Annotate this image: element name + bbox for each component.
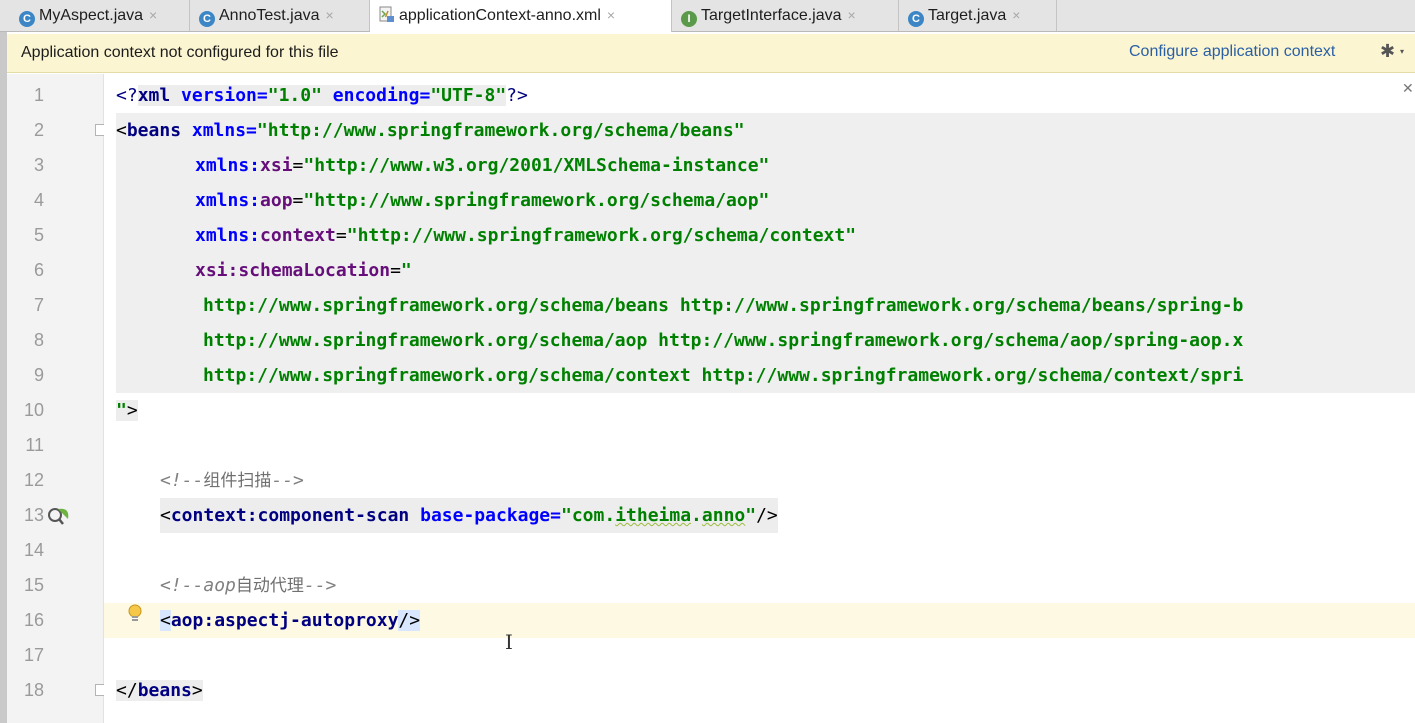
line-number: 10 (23, 400, 44, 420)
line-number: 4 (33, 190, 44, 210)
line-number: 5 (33, 225, 44, 245)
code-line: xmlns:aop="http://www.springframework.or… (195, 190, 770, 211)
line-number: 11 (25, 435, 44, 455)
line-number: 8 (33, 330, 44, 350)
line-number: 12 (23, 470, 44, 490)
close-icon[interactable]: × (848, 7, 856, 23)
code-line: <!--aop自动代理--> (160, 575, 337, 596)
banner-message: Application context not configured for t… (21, 44, 339, 61)
close-icon[interactable]: × (149, 7, 157, 23)
code-line: http://www.springframework.org/schema/co… (203, 365, 1244, 386)
code-line: <!--组件扫描--> (160, 470, 304, 491)
code-line: <?xml version="1.0" encoding="UTF-8"?> (116, 85, 528, 106)
code-line: <context:component-scan base-package="co… (104, 498, 1415, 533)
tab-targetinterface[interactable]: I TargetInterface.java × (672, 0, 899, 31)
tab-label: Target.java (928, 7, 1007, 24)
notification-banner: Application context not configured for t… (7, 34, 1415, 73)
line-number: 3 (33, 155, 44, 175)
configure-context-link[interactable]: Configure application context (1129, 43, 1335, 61)
tab-label: TargetInterface.java (701, 7, 842, 24)
line-number: 14 (23, 540, 44, 560)
code-editor[interactable]: <?xml version="1.0" encoding="UTF-8"?> <… (104, 74, 1415, 723)
tab-annotest[interactable]: C AnnoTest.java × (190, 0, 370, 31)
close-icon[interactable]: × (607, 7, 615, 23)
tab-applicationcontext-anno[interactable]: applicationContext-anno.xml × (370, 0, 672, 32)
code-line: xmlns:xsi="http://www.w3.org/2001/XMLSch… (195, 155, 770, 176)
line-number: 17 (23, 645, 44, 665)
interface-icon: I (681, 11, 697, 27)
chevron-down-icon[interactable]: ▾ (1400, 47, 1404, 56)
close-icon[interactable]: × (326, 7, 334, 23)
xml-file-icon (379, 6, 394, 22)
line-number-gutter: 1 2 3 4 5 6 7 8 9 10 11 12 13 14 15 16 1… (7, 74, 107, 723)
left-tool-strip (0, 32, 7, 723)
line-number: 16 (23, 610, 44, 630)
tab-label: AnnoTest.java (219, 7, 320, 24)
class-run-icon: C (199, 11, 215, 27)
tab-label: applicationContext-anno.xml (399, 7, 601, 24)
line-number: 1 (33, 85, 44, 105)
line-number: 2 (33, 120, 44, 140)
line-number: 15 (23, 575, 44, 595)
editor-tab-bar: C MyAspect.java × C AnnoTest.java × applicat… (0, 0, 1415, 32)
line-number: 6 (33, 260, 44, 280)
current-code-line: <aop:aspectj-autoproxy/> (104, 603, 1415, 638)
line-number: 13 (23, 505, 44, 525)
code-line: </beans> (116, 680, 203, 701)
text-cursor: I (505, 630, 513, 654)
code-line: <beans xmlns="http://www.springframework… (116, 120, 745, 141)
line-number: 18 (23, 680, 44, 700)
code-line: xsi:schemaLocation=" (195, 260, 412, 281)
close-icon[interactable]: × (1012, 7, 1020, 23)
tab-label: MyAspect.java (39, 7, 144, 24)
class-icon: C (908, 11, 924, 27)
tab-myaspect[interactable]: C MyAspect.java × (10, 0, 190, 31)
line-number: 9 (33, 365, 44, 385)
intention-bulb-icon[interactable] (127, 604, 143, 624)
code-line: xmlns:context="http://www.springframewor… (195, 225, 857, 246)
code-line: http://www.springframework.org/schema/be… (203, 295, 1244, 316)
gear-icon[interactable]: ✱ (1380, 41, 1395, 62)
close-icon[interactable]: ✕ (1402, 80, 1414, 97)
class-icon: C (19, 11, 35, 27)
spring-bean-scan-icon[interactable] (46, 505, 72, 529)
code-line: http://www.springframework.org/schema/ao… (203, 330, 1244, 351)
code-line: "> (116, 400, 138, 421)
line-number: 7 (33, 295, 44, 315)
tab-target[interactable]: C Target.java × (899, 0, 1057, 31)
